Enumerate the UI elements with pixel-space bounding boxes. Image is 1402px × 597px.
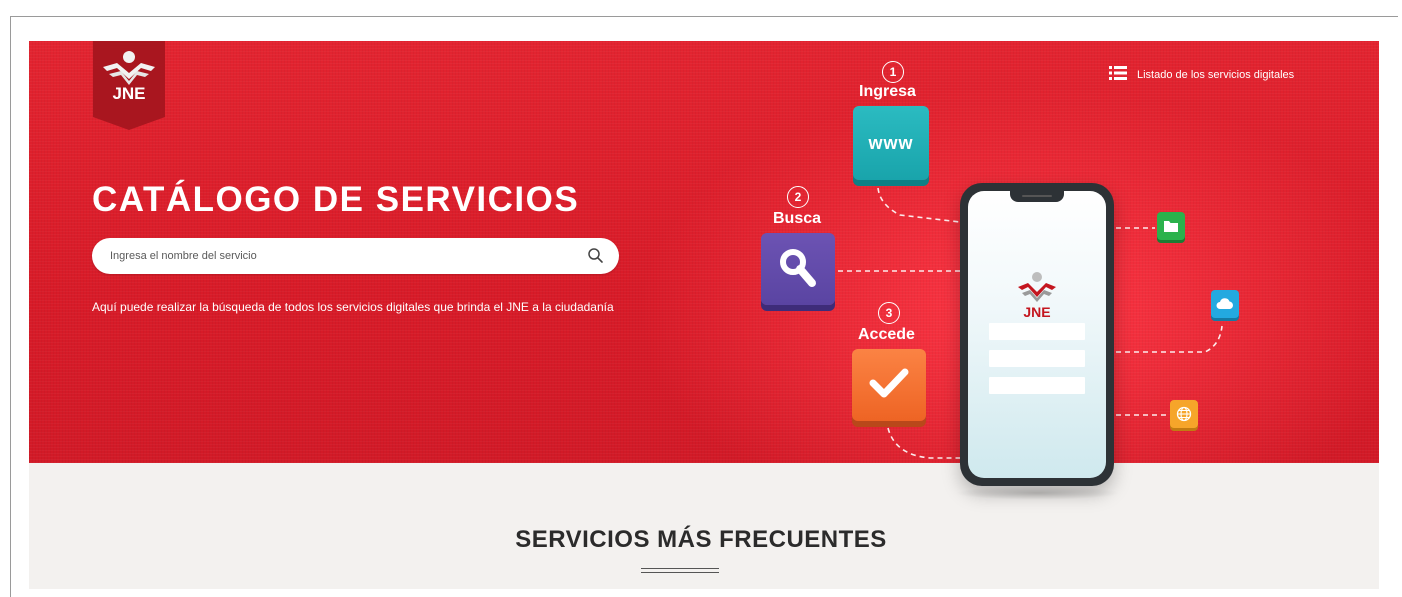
step-1-label: Ingresa <box>859 83 916 100</box>
phone-illustration: JNE <box>960 183 1114 486</box>
step-3-label: Accede <box>858 326 915 343</box>
phone-notch <box>1010 191 1064 202</box>
phone-screen: JNE <box>968 191 1106 478</box>
step-2-number: 2 <box>787 186 809 208</box>
www-tile: www <box>853 106 929 180</box>
magnifier-icon <box>776 245 820 294</box>
access-step-tile <box>852 349 926 421</box>
step-1-number: 1 <box>882 61 904 83</box>
search-input[interactable] <box>110 238 580 274</box>
services-list-label: Listado de los servicios digitales <box>1137 68 1295 81</box>
section-title-underline <box>641 568 719 573</box>
phone-logo-text: JNE <box>1023 304 1050 319</box>
www-icon: www <box>868 132 914 153</box>
search-icon[interactable] <box>587 247 605 265</box>
page-title: CATÁLOGO DE SERVICIOS <box>92 180 580 219</box>
phone-field-1 <box>989 323 1085 340</box>
globe-icon <box>1170 400 1198 428</box>
phone-field-2 <box>989 350 1085 367</box>
services-list-link[interactable]: Listado de los servicios digitales <box>1109 66 1294 83</box>
phone-logo: JNE <box>1014 271 1060 320</box>
step-3-number: 3 <box>878 302 900 324</box>
step-2-label: Busca <box>773 210 822 227</box>
phone-shadow <box>955 486 1120 500</box>
search-step-tile <box>761 233 835 305</box>
jne-logo[interactable]: JNE <box>93 41 165 130</box>
checkmark-icon <box>869 367 909 404</box>
search-bar <box>92 238 619 274</box>
cloud-icon <box>1211 290 1239 318</box>
list-icon <box>1109 66 1127 83</box>
folder-icon <box>1157 212 1185 240</box>
phone-field-3 <box>989 377 1085 394</box>
hero-description: Aquí puede realizar la búsqueda de todos… <box>92 300 614 314</box>
section-title: SERVICIOS MÁS FRECUENTES <box>515 526 887 553</box>
logo-text: JNE <box>112 84 145 103</box>
